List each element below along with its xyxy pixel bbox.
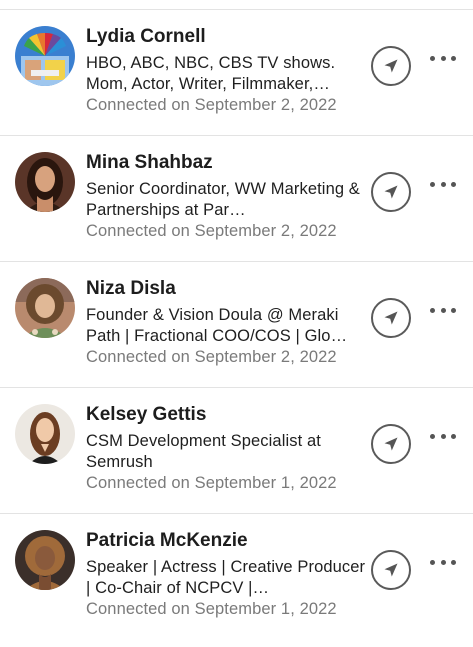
connection-headline: CSM Development Specialist at Semrush bbox=[86, 432, 321, 471]
more-options-button[interactable] bbox=[430, 302, 456, 318]
woman-curly-hair-avatar bbox=[15, 278, 75, 338]
send-message-button[interactable] bbox=[371, 424, 411, 464]
connection-name[interactable]: Lydia Cornell bbox=[86, 24, 368, 50]
paper-plane-icon bbox=[384, 311, 398, 325]
connection-info[interactable]: Mina Shahbaz Senior Coordinator, WW Mark… bbox=[86, 150, 368, 242]
avatar[interactable] bbox=[15, 404, 75, 464]
more-options-button[interactable] bbox=[430, 428, 456, 444]
tv-network-collage-avatar bbox=[15, 26, 75, 86]
connection-headline: Founder & Vision Doula @ Meraki Path | F… bbox=[86, 306, 348, 345]
send-message-button[interactable] bbox=[371, 46, 411, 86]
avatar[interactable] bbox=[15, 26, 75, 86]
connection-info[interactable]: Kelsey Gettis CSM Development Specialist… bbox=[86, 402, 368, 494]
paper-plane-icon bbox=[384, 185, 398, 199]
paper-plane-icon bbox=[384, 59, 398, 73]
connection-row[interactable]: Lydia Cornell HBO, ABC, NBC, CBS TV show… bbox=[0, 10, 473, 136]
connection-row[interactable]: Kelsey Gettis CSM Development Specialist… bbox=[0, 388, 473, 514]
connection-name[interactable]: Mina Shahbaz bbox=[86, 150, 368, 176]
more-options-button[interactable] bbox=[430, 554, 456, 570]
woman-dark-hair-avatar bbox=[15, 152, 75, 212]
woman-curly-highlights-avatar bbox=[15, 530, 75, 590]
connected-date: Connected on September 1, 2022 bbox=[86, 600, 337, 618]
connected-date: Connected on September 1, 2022 bbox=[86, 474, 337, 492]
connection-row[interactable]: Patricia McKenzie Speaker | Actress | Cr… bbox=[0, 514, 473, 640]
paper-plane-icon bbox=[384, 563, 398, 577]
connection-name[interactable]: Kelsey Gettis bbox=[86, 402, 368, 428]
more-horizontal-icon bbox=[430, 433, 456, 439]
connected-date: Connected on September 2, 2022 bbox=[86, 96, 337, 114]
avatar[interactable] bbox=[15, 530, 75, 590]
send-message-button[interactable] bbox=[371, 550, 411, 590]
connection-headline: Senior Coordinator, WW Marketing & Partn… bbox=[86, 180, 360, 219]
woman-long-brown-hair-avatar bbox=[15, 404, 75, 464]
connection-info[interactable]: Lydia Cornell HBO, ABC, NBC, CBS TV show… bbox=[86, 24, 368, 116]
connected-date: Connected on September 2, 2022 bbox=[86, 222, 337, 240]
connected-date: Connected on September 2, 2022 bbox=[86, 348, 337, 366]
more-horizontal-icon bbox=[430, 307, 456, 313]
more-horizontal-icon bbox=[430, 559, 456, 565]
connection-name[interactable]: Patricia McKenzie bbox=[86, 528, 368, 554]
connection-headline: HBO, ABC, NBC, CBS TV shows. Mom, Actor,… bbox=[86, 54, 336, 93]
avatar[interactable] bbox=[15, 278, 75, 338]
connection-row[interactable]: Niza Disla Founder & Vision Doula @ Mera… bbox=[0, 262, 473, 388]
more-options-button[interactable] bbox=[430, 176, 456, 192]
paper-plane-icon bbox=[384, 437, 398, 451]
avatar[interactable] bbox=[15, 152, 75, 212]
connection-name[interactable]: Niza Disla bbox=[86, 276, 368, 302]
connection-info[interactable]: Niza Disla Founder & Vision Doula @ Mera… bbox=[86, 276, 368, 368]
more-horizontal-icon bbox=[430, 55, 456, 61]
more-horizontal-icon bbox=[430, 181, 456, 187]
send-message-button[interactable] bbox=[371, 172, 411, 212]
send-message-button[interactable] bbox=[371, 298, 411, 338]
more-options-button[interactable] bbox=[430, 50, 456, 66]
connection-headline: Speaker | Actress | Creative Producer | … bbox=[86, 558, 366, 597]
connections-list: Lydia Cornell HBO, ABC, NBC, CBS TV show… bbox=[0, 10, 473, 640]
connection-row[interactable]: Mina Shahbaz Senior Coordinator, WW Mark… bbox=[0, 136, 473, 262]
connection-info[interactable]: Patricia McKenzie Speaker | Actress | Cr… bbox=[86, 528, 368, 620]
